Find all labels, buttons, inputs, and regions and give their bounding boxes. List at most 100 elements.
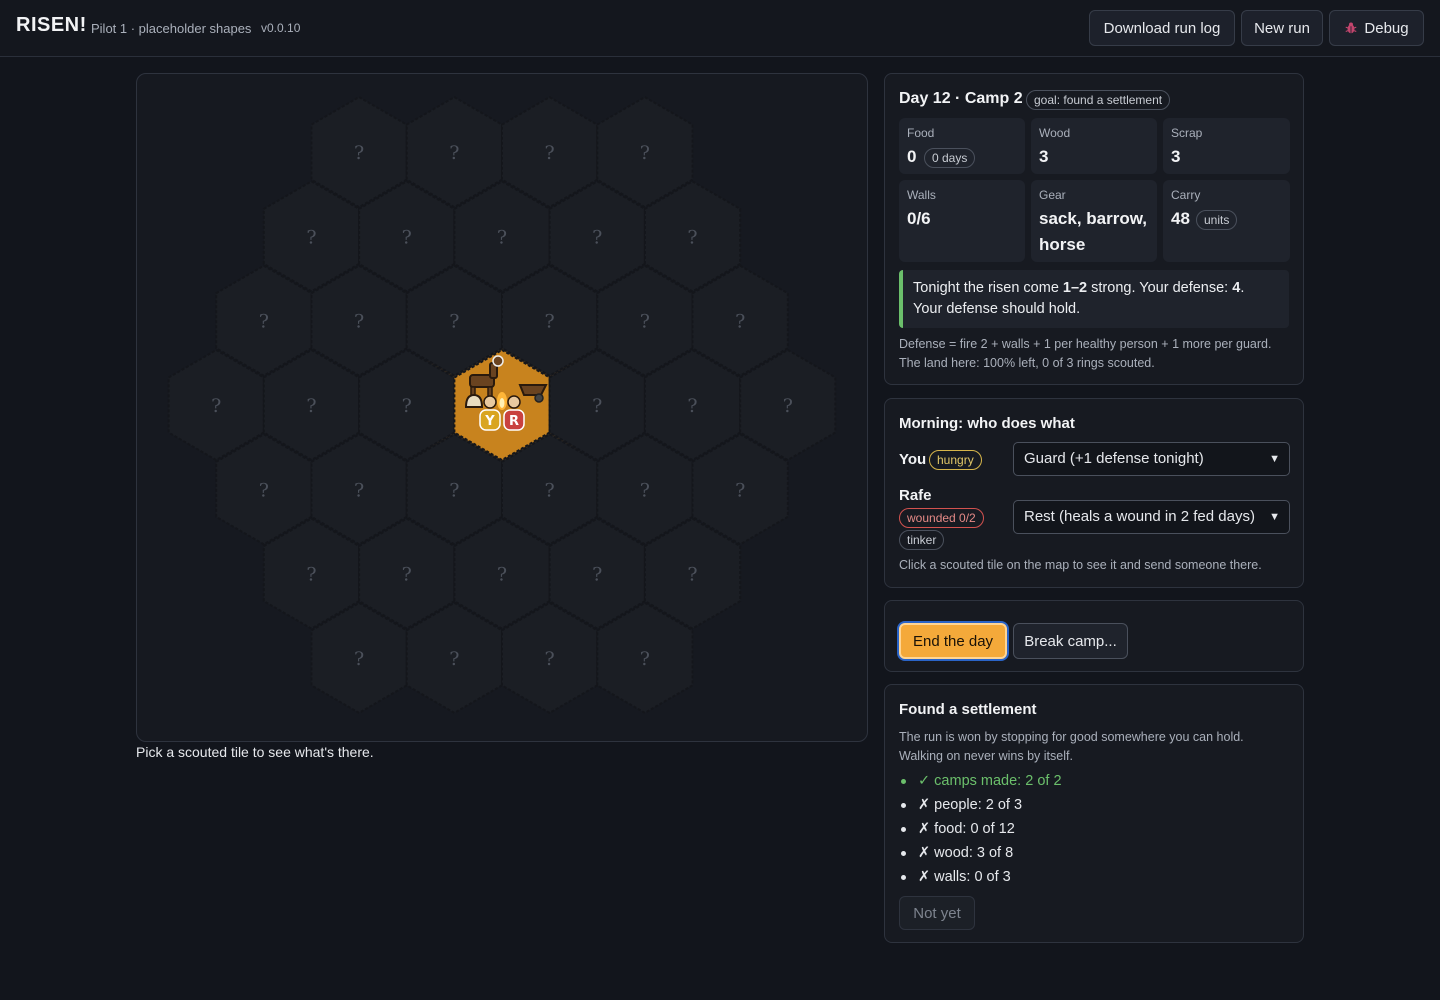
unknown-tile-mark: ?: [306, 564, 316, 586]
scrap-stat: Scrap 3: [1163, 118, 1290, 174]
status-card: Day 12 · Camp 2 goal: found a settlement…: [884, 73, 1304, 385]
threat-line-2: Your defense should hold.: [913, 301, 1081, 317]
land-note: The land here: 100% left, 0 of 3 rings s…: [899, 356, 1155, 370]
unknown-tile-mark: ?: [687, 564, 697, 586]
unknown-tile-mark: ?: [735, 311, 745, 333]
threat-strength: 1–2: [1062, 280, 1088, 296]
unknown-tile-mark: ?: [545, 142, 555, 164]
you-task-value: Guard (+1 defense tonight): [1024, 450, 1204, 467]
goal-desc-2: Walking on never wins by itself.: [899, 749, 1073, 763]
unknown-tile-mark: ?: [497, 226, 507, 248]
break-camp-label: Break camp...: [1024, 632, 1117, 650]
wood-label: Wood: [1039, 126, 1071, 140]
unknown-tile-mark: ?: [449, 311, 459, 333]
debug-button[interactable]: Debug: [1329, 10, 1424, 46]
unknown-tile-mark: ?: [449, 479, 459, 501]
hex-map-panel: ???????????????????????????????????? Y R: [136, 73, 868, 742]
food-label: Food: [907, 126, 935, 140]
debug-label: Debug: [1364, 19, 1409, 37]
checklist-item-text: ✗ food: 0 of 12: [918, 821, 1015, 837]
checklist-item: ✗ people: 2 of 3: [899, 793, 1062, 817]
survivor-token-label: Y: [484, 414, 495, 429]
threat-callout: Tonight the risen come 1–2 strong. Your …: [899, 270, 1289, 328]
hungry-tag: hungry: [929, 450, 982, 470]
person-icon: [483, 395, 497, 409]
unknown-tile-mark: ?: [449, 142, 459, 164]
morning-title: Morning: who does what: [899, 415, 1075, 432]
end-day-label: End the day: [912, 632, 994, 650]
unknown-tile-mark: ?: [211, 395, 221, 417]
unknown-tile-mark: ?: [592, 395, 602, 417]
tinker-tag: tinker: [899, 530, 945, 550]
unknown-tile-mark: ?: [402, 564, 412, 586]
unknown-tile-mark: ?: [354, 142, 364, 164]
you-task-select[interactable]: Guard (+1 defense tonight) ▼: [1013, 442, 1290, 476]
download-run-log-button[interactable]: Download run log: [1089, 10, 1235, 46]
unknown-tile-mark: ?: [687, 395, 697, 417]
day-camp-title: Day 12 · Camp 2: [899, 90, 1023, 107]
food-stat: Food 0 0 days: [899, 118, 1025, 174]
unknown-tile-mark: ?: [735, 479, 745, 501]
carry-value: 48: [1171, 209, 1190, 228]
bullet: [901, 874, 906, 880]
new-run-button[interactable]: New run: [1241, 10, 1323, 46]
person-icon: [507, 395, 521, 409]
checklist-item-text: ✗ walls: 0 of 3: [918, 869, 1011, 885]
checklist-item-text: ✗ people: 2 of 3: [918, 797, 1023, 813]
unknown-tile-mark: ?: [354, 648, 364, 670]
scrap-value: 3: [1171, 147, 1181, 166]
sack-icon: [464, 393, 484, 408]
unknown-tile-mark: ?: [306, 226, 316, 248]
break-camp-button[interactable]: Break camp...: [1013, 623, 1128, 659]
unknown-tile-mark: ?: [640, 142, 650, 164]
bullet: [901, 778, 906, 784]
morning-hint: Click a scouted tile on the map to see i…: [899, 558, 1262, 572]
unknown-tile-mark: ?: [354, 311, 364, 333]
unknown-tile-mark: ?: [497, 564, 507, 586]
download-label: Download run log: [1103, 19, 1221, 37]
bullet: [901, 802, 906, 808]
food-days-badge: 0 days: [924, 148, 976, 168]
unknown-tile-mark: ?: [545, 648, 555, 670]
gear-label: Gear: [1039, 188, 1066, 202]
unknown-tile-mark: ?: [402, 226, 412, 248]
unknown-tile-mark: ?: [545, 479, 555, 501]
settlement-goal-card: Found a settlement The run is won by sto…: [884, 684, 1304, 943]
wood-stat: Wood 3: [1031, 118, 1157, 174]
wood-value: 3: [1039, 147, 1049, 166]
checklist-item-text: ✓ camps made: 2 of 2: [918, 773, 1062, 789]
end-day-button[interactable]: End the day: [899, 623, 1007, 659]
unknown-tile-mark: ?: [640, 479, 650, 501]
app-title: RISEN!: [16, 14, 87, 36]
gear-line-2: horse: [1039, 235, 1086, 254]
app-version: v0.0.10: [261, 21, 301, 35]
unknown-tile-mark: ?: [640, 648, 650, 670]
goal-badge: goal: found a settlement: [1026, 90, 1171, 110]
checklist-item: ✗ food: 0 of 12: [899, 817, 1062, 841]
carry-unit-badge: units: [1196, 210, 1238, 230]
chevron-down-icon: ▼: [1269, 453, 1280, 465]
campfire-icon: [497, 392, 507, 410]
unknown-tile-mark: ?: [592, 226, 602, 248]
food-value: 0: [907, 147, 917, 166]
unknown-tile-mark: ?: [640, 311, 650, 333]
wounded-tag: wounded 0/2: [899, 508, 984, 528]
goal-checklist: ✓ camps made: 2 of 2 ✗ people: 2 of 3 ✗ fo…: [899, 769, 1062, 889]
unknown-tile-mark: ?: [354, 479, 364, 501]
scrap-label: Scrap: [1171, 126, 1203, 140]
unknown-tile-mark: ?: [402, 395, 412, 417]
checklist-item: ✗ wood: 3 of 8: [899, 841, 1062, 865]
gear-line-1: sack, barrow,: [1039, 209, 1148, 228]
unknown-tile-mark: ?: [259, 479, 269, 501]
rafe-name: Rafe: [899, 487, 932, 504]
bullet: [901, 826, 906, 832]
rafe-task-value: Rest (heals a wound in 2 fed days): [1024, 508, 1255, 525]
walls-stat: Walls 0/6: [899, 180, 1025, 262]
checklist-item-text: ✗ wood: 3 of 8: [918, 845, 1014, 861]
chevron-down-icon: ▼: [1269, 511, 1280, 523]
not-yet-button[interactable]: Not yet: [899, 896, 975, 930]
goal-title: Found a settlement: [899, 701, 1037, 718]
unknown-tile-mark: ?: [687, 226, 697, 248]
rafe-task-select[interactable]: Rest (heals a wound in 2 fed days) ▼: [1013, 500, 1290, 534]
threat-post: .: [1240, 280, 1245, 296]
